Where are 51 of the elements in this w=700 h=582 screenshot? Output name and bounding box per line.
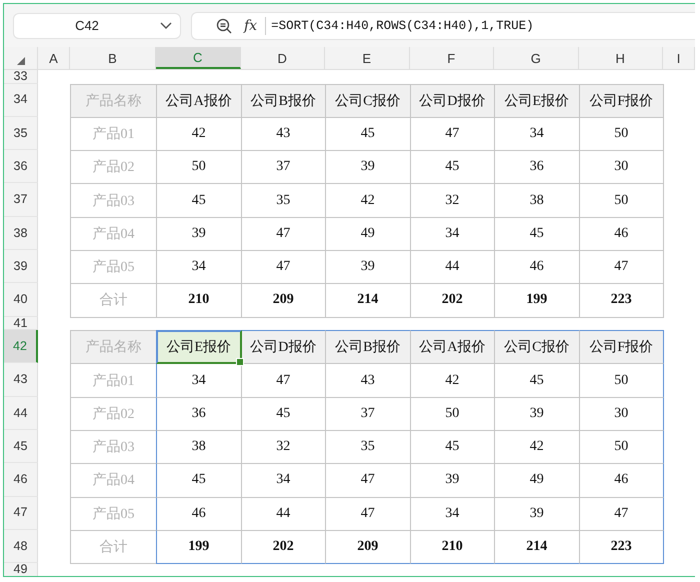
table-cell: 公司D报价 bbox=[410, 84, 495, 118]
name-box[interactable]: C42 bbox=[13, 12, 181, 38]
row-header[interactable]: 41 bbox=[4, 316, 38, 330]
row-header[interactable]: 39 bbox=[4, 250, 38, 284]
row-header[interactable]: 34 bbox=[4, 84, 38, 117]
column-header[interactable]: I bbox=[663, 47, 695, 69]
formula-text[interactable]: =SORT(C34:H40,ROWS(C34:H40),1,TRUE) bbox=[271, 18, 534, 32]
table-cell: 公司A报价 bbox=[156, 84, 242, 118]
table-cell: 公司C报价 bbox=[494, 330, 580, 364]
table-cell: 223 bbox=[578, 530, 664, 564]
table-cell: 223 bbox=[578, 283, 664, 318]
column-header[interactable]: D bbox=[240, 47, 325, 69]
row-header[interactable]: 40 bbox=[4, 283, 38, 317]
table-cell: 公司F报价 bbox=[578, 84, 664, 118]
table-cell: 公司E报价 bbox=[494, 84, 580, 118]
table-cell: 公司B报价 bbox=[240, 84, 326, 118]
zoom-icon[interactable] bbox=[216, 18, 232, 34]
chevron-down-icon[interactable] bbox=[160, 22, 172, 30]
row-header[interactable]: 42 bbox=[4, 330, 38, 364]
function-label[interactable]: fx bbox=[244, 18, 258, 34]
table-cell: 199 bbox=[156, 530, 242, 564]
row-header[interactable]: 36 bbox=[4, 150, 38, 184]
row-header[interactable]: 45 bbox=[4, 430, 38, 464]
column-header[interactable]: E bbox=[325, 47, 410, 69]
table-cell: 公司D报价 bbox=[240, 330, 326, 364]
row-header[interactable]: 47 bbox=[4, 496, 38, 530]
table-cell: 公司E报价 bbox=[156, 330, 242, 364]
table-cell: 公司C报价 bbox=[325, 84, 410, 118]
formula-field[interactable]: fx =SORT(C34:H40,ROWS(C34:H40),1,TRUE) bbox=[191, 12, 695, 40]
table-cell: 公司A报价 bbox=[410, 330, 495, 364]
column-header[interactable]: F bbox=[410, 47, 494, 69]
table-cell: 合计 bbox=[70, 530, 157, 564]
row-header[interactable]: 44 bbox=[4, 396, 38, 430]
row-header[interactable]: 49 bbox=[4, 563, 38, 576]
table-cell: 合计 bbox=[70, 283, 157, 318]
row-header[interactable]: 43 bbox=[4, 363, 38, 397]
row-header[interactable]: 38 bbox=[4, 216, 38, 250]
column-header[interactable]: A bbox=[38, 47, 70, 69]
column-header[interactable]: C bbox=[156, 47, 240, 69]
table-cell: 公司F报价 bbox=[578, 330, 664, 364]
row-header[interactable]: 46 bbox=[4, 463, 38, 497]
column-header[interactable]: G bbox=[494, 47, 578, 69]
row-header[interactable]: 48 bbox=[4, 530, 38, 564]
row-header[interactable]: 33 bbox=[4, 70, 38, 84]
row-header[interactable]: 35 bbox=[4, 116, 38, 150]
table-cell: 产品名称 bbox=[70, 84, 157, 118]
column-header[interactable]: H bbox=[578, 47, 663, 69]
table-cell: 公司B报价 bbox=[325, 330, 410, 364]
select-all-icon[interactable] bbox=[16, 57, 24, 65]
row-header[interactable]: 37 bbox=[4, 183, 38, 217]
table-cell: 产品名称 bbox=[70, 330, 157, 364]
